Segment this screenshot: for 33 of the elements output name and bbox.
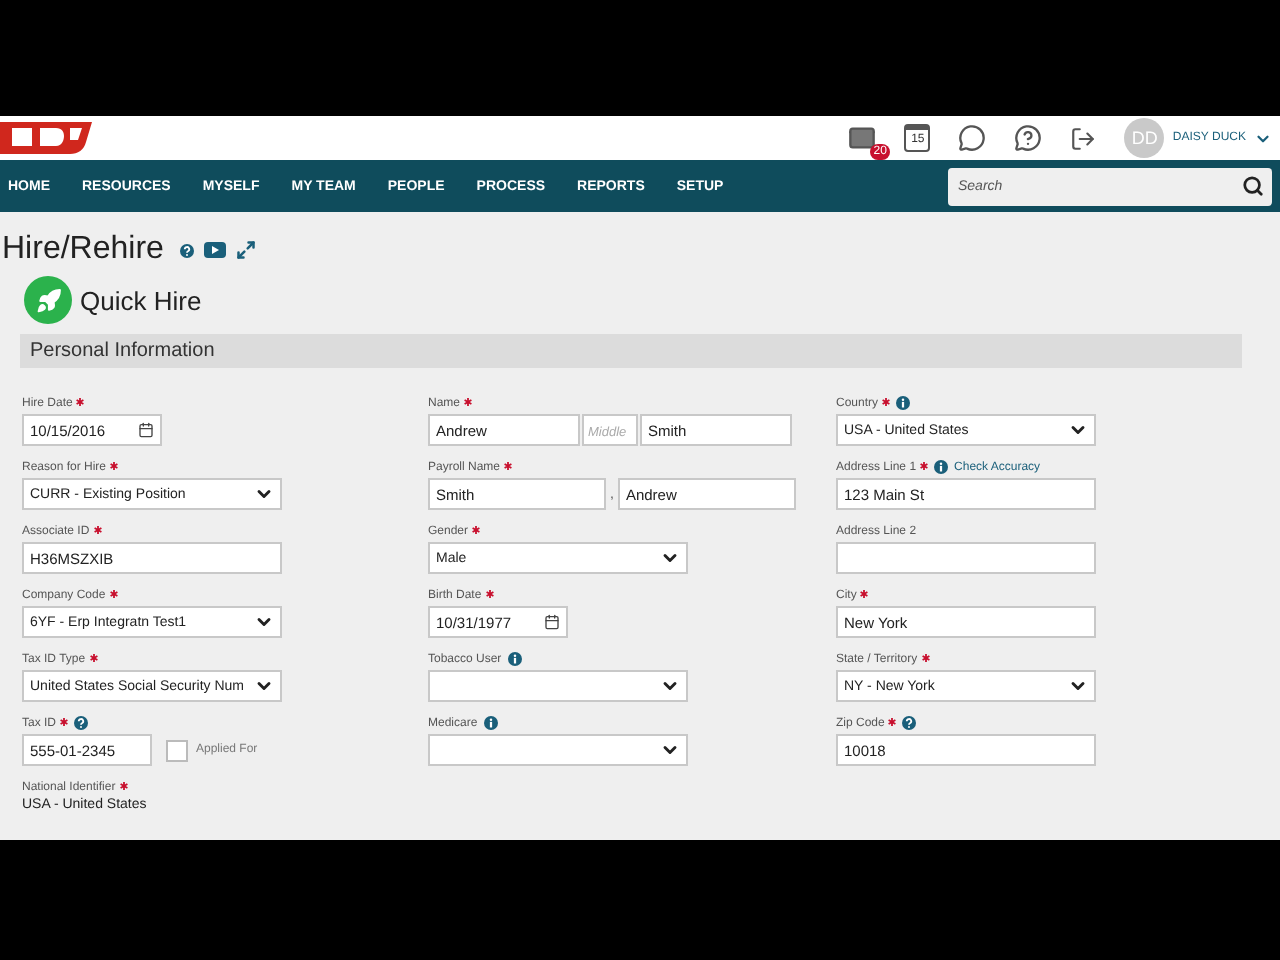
logo-icon[interactable] [0,121,96,155]
rocket-icon [24,276,72,324]
caret-icon [660,548,680,568]
caret-icon [660,676,680,696]
calendar-icon[interactable] [138,422,154,438]
checkbox[interactable] [166,739,188,761]
select-field[interactable] [428,670,688,702]
caret-icon [254,484,274,504]
help-icon[interactable] [179,243,194,257]
select-field[interactable] [428,734,688,766]
text-field[interactable] [836,542,1096,574]
caret-icon [1068,676,1088,696]
video-icon[interactable] [203,242,226,258]
info-icon[interactable] [507,652,522,666]
sign-out-icon[interactable] [1070,125,1097,151]
help-icon[interactable] [902,716,917,730]
help-icon[interactable] [74,716,89,730]
search-icon[interactable] [1242,175,1264,197]
chat-icon[interactable] [958,124,987,152]
subtitle: Quick Hire [80,285,202,315]
calendar-icon[interactable] [544,614,560,630]
mail-icon[interactable] [848,124,877,152]
help-chat-icon[interactable] [1014,124,1043,152]
info-icon[interactable] [896,396,911,410]
info-icon[interactable] [483,716,498,730]
info-icon[interactable] [934,460,949,474]
caret-icon [254,676,274,696]
page-title: Hire/Rehire [2,232,164,268]
caret-icon [254,612,274,632]
expand-icon[interactable] [235,240,256,260]
section-header: Personal Information [20,334,1242,368]
caret-icon [660,740,680,760]
caret-icon [1068,420,1088,440]
